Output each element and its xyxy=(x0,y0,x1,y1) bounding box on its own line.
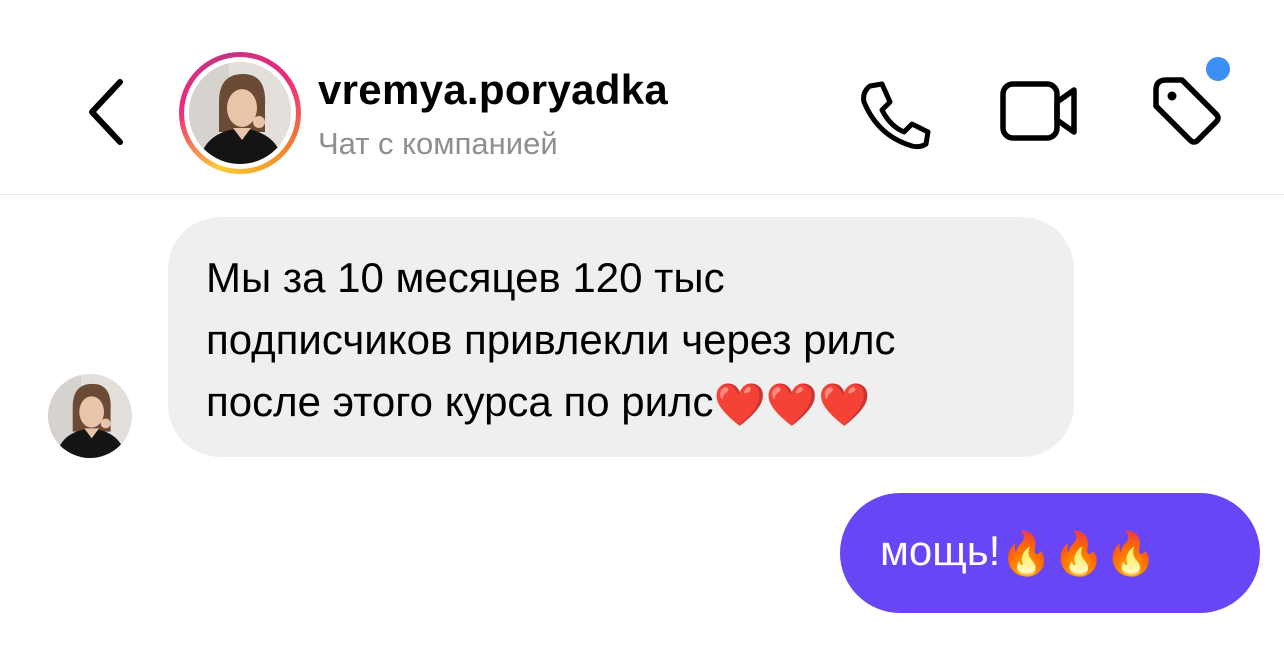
incoming-message[interactable]: Мы за 10 месяцев 120 тыс подписчиков при… xyxy=(168,217,1074,457)
back-button[interactable] xyxy=(80,74,140,150)
sender-avatar[interactable] xyxy=(48,374,132,458)
fire-emoji: 🔥🔥🔥 xyxy=(1000,529,1158,577)
video-camera-icon xyxy=(1000,81,1077,141)
profile-avatar[interactable] xyxy=(179,52,301,174)
heart-emoji: ❤️❤️❤️ xyxy=(713,380,871,428)
outgoing-message[interactable]: мощь!🔥🔥🔥 xyxy=(840,493,1260,613)
notification-dot xyxy=(1206,57,1230,81)
message-text: мощь! xyxy=(880,527,1001,575)
chevron-left-icon xyxy=(89,79,123,145)
tag-button[interactable] xyxy=(1148,76,1224,148)
call-button[interactable] xyxy=(856,78,932,150)
outgoing-message-text: мощь!🔥🔥🔥 xyxy=(880,527,1157,578)
chat-subtitle: Чат с компанией xyxy=(318,126,558,161)
chat-header: vremya.poryadka Чат с компанией xyxy=(0,0,1284,195)
video-call-button[interactable] xyxy=(998,76,1080,144)
chat-username[interactable]: vremya.poryadka xyxy=(318,66,668,114)
avatar-image xyxy=(189,62,291,164)
tag-icon xyxy=(1153,77,1221,145)
incoming-message-text: Мы за 10 месяцев 120 тыс подписчиков при… xyxy=(206,247,1044,436)
phone-icon xyxy=(861,81,931,150)
